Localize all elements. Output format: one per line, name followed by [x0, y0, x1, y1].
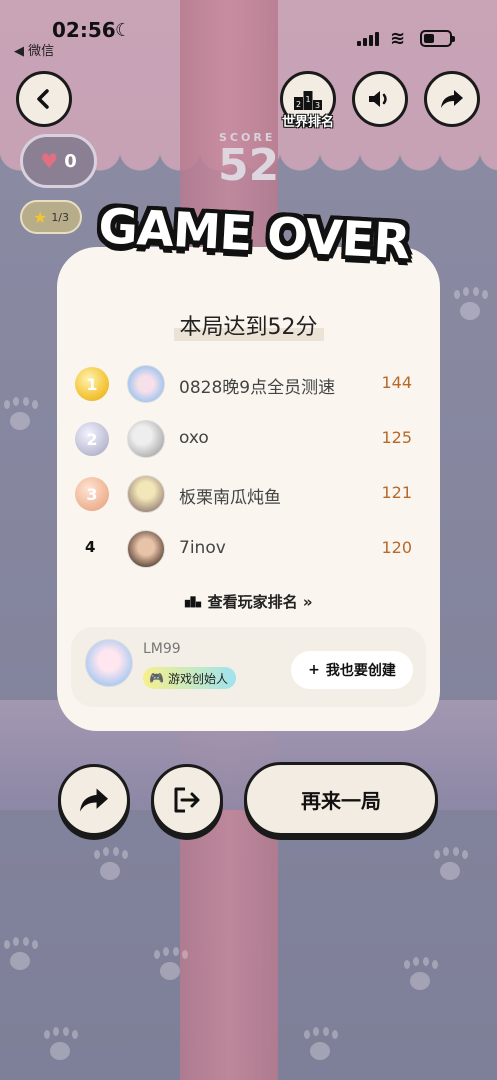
avatar [127, 530, 165, 568]
battery-icon [420, 30, 455, 47]
player-name: 0828晚9点全员测速 [179, 378, 336, 398]
star-progress-value: 1/3 [51, 210, 70, 224]
star-progress: ★ 1/3 [20, 200, 82, 234]
player-score: 144 [381, 373, 412, 392]
player-name: 板栗南瓜炖鱼 [179, 488, 281, 508]
podium-icon [185, 596, 202, 608]
share-arrow-icon [80, 788, 108, 812]
player-score: 121 [381, 483, 412, 502]
result-headline: 本局达到52分 [57, 309, 440, 341]
paw-print-decoration [450, 290, 490, 324]
paw-print-decoration [430, 850, 470, 884]
paw-print-decoration [150, 950, 190, 984]
avatar [127, 420, 165, 458]
svg-text:2: 2 [296, 100, 301, 109]
paw-print-decoration [0, 940, 40, 974]
speaker-icon [369, 91, 387, 107]
view-player-rank-link[interactable]: 查看玩家排名 » [57, 591, 440, 612]
wifi-icon: ≋ [390, 28, 406, 49]
creator-section: LM99 🎮 游戏创始人 + 我也要创建 [71, 627, 426, 707]
svg-text:3: 3 [315, 101, 320, 110]
avatar [127, 365, 165, 403]
player-name: 7inov [179, 538, 226, 558]
paw-print-decoration [300, 1030, 340, 1064]
bronze-medal-icon: 3 [75, 477, 109, 511]
rank-number: 4 [85, 538, 96, 556]
plus-icon: + [308, 662, 320, 678]
avatar [127, 475, 165, 513]
creator-name: LM99 [143, 641, 181, 657]
share-button[interactable] [58, 764, 130, 836]
status-bar: 02:56 ☾ ◀ 微信 ≋ [0, 0, 497, 60]
cellular-signal-icon [357, 32, 379, 46]
silver-medal-icon: 2 [75, 422, 109, 456]
creator-avatar [85, 639, 133, 687]
status-time: 02:56 [52, 18, 116, 42]
back-to-app-link[interactable]: ◀ 微信 [14, 40, 54, 59]
leaderboard-row[interactable]: 4 7inov 120 [57, 528, 440, 572]
share-button-top[interactable] [424, 71, 480, 127]
heart-icon: ♥ [40, 149, 59, 173]
gold-medal-icon: 1 [75, 367, 109, 401]
player-name: oxo [179, 428, 209, 448]
gamepad-icon: 🎮 [149, 671, 164, 685]
result-card: 本局达到52分 1 0828晚9点全员测速 144 2 oxo 125 3 板栗… [57, 247, 440, 731]
leaderboard-row[interactable]: 2 oxo 125 [57, 418, 440, 462]
chevron-left-icon [37, 89, 49, 109]
world-rank-label: 世界排名 [281, 115, 334, 130]
play-again-button[interactable]: 再来一局 [244, 762, 438, 836]
star-icon: ★ [32, 207, 48, 227]
paw-print-decoration [40, 1030, 80, 1064]
lives-counter: ♥ 0 [20, 134, 97, 188]
player-score: 125 [381, 428, 412, 447]
player-score: 120 [381, 538, 412, 557]
moon-icon: ☾ [115, 20, 132, 41]
create-game-button[interactable]: + 我也要创建 [291, 651, 413, 689]
back-button[interactable] [16, 71, 72, 127]
paw-print-decoration [0, 400, 40, 434]
score-value: 52 [218, 140, 280, 191]
creator-badge: 🎮 游戏创始人 [143, 667, 236, 689]
leaderboard-row[interactable]: 1 0828晚9点全员测速 144 [57, 363, 440, 407]
lives-count: 0 [64, 150, 77, 172]
paw-print-decoration [90, 850, 130, 884]
exit-icon [174, 787, 200, 813]
paw-print-decoration [400, 960, 440, 994]
share-arrow-icon [441, 90, 463, 108]
sound-toggle-button[interactable] [352, 71, 408, 127]
podium-icon: 2 1 3 [294, 91, 322, 110]
exit-button[interactable] [151, 764, 223, 836]
svg-text:1: 1 [305, 95, 310, 104]
leaderboard-row[interactable]: 3 板栗南瓜炖鱼 121 [57, 473, 440, 517]
